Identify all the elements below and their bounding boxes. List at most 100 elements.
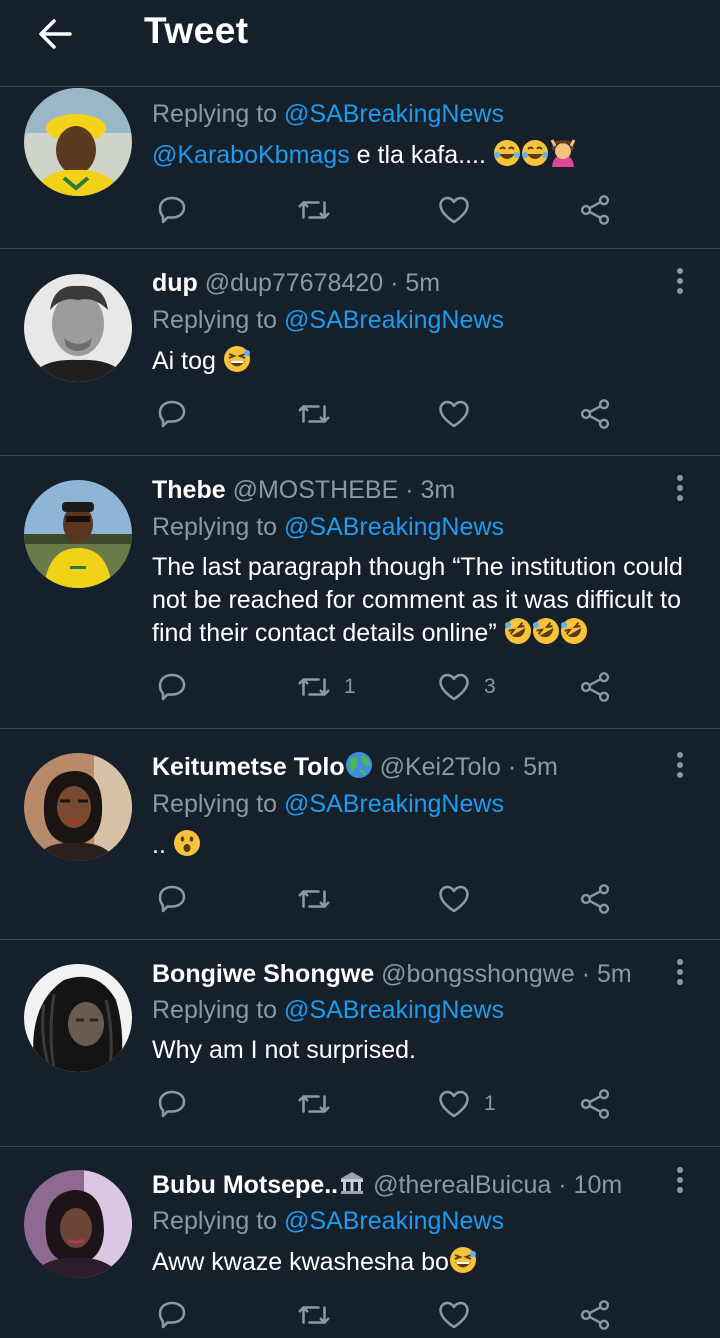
vertical-ellipsis-icon[interactable] — [670, 266, 690, 296]
tweet-text: The last paragraph though “The instituti… — [152, 551, 707, 654]
tweet-body: e tla kafa.... — [356, 141, 486, 169]
display-name[interactable]: dup — [152, 269, 198, 297]
vertical-ellipsis-icon[interactable] — [670, 750, 690, 780]
rolling-on-floor-laughing-emoji-icon — [532, 617, 560, 654]
like-button[interactable] — [436, 1297, 484, 1333]
retweet-count: 1 — [344, 675, 356, 698]
bank-emoji-icon — [338, 1169, 366, 1204]
replying-to-label: Replying to — [152, 100, 278, 128]
replying-to-line: Replying to @SABreakingNews — [152, 790, 504, 819]
replying-to-handle[interactable]: @SABreakingNews — [284, 996, 504, 1024]
vertical-ellipsis-icon[interactable] — [670, 957, 690, 987]
handle[interactable]: @therealBuicua — [373, 1171, 551, 1199]
reply-button[interactable] — [154, 669, 190, 705]
mention-link[interactable]: @KaraboKbmags — [152, 141, 350, 169]
reply-tweet[interactable]: dup @dup77678420 · 5m Replying to @SABre… — [0, 249, 720, 456]
share-button[interactable] — [577, 669, 613, 705]
timestamp[interactable]: · 10m — [558, 1171, 622, 1199]
display-name[interactable]: Bongiwe Shongwe — [152, 960, 374, 988]
share-button[interactable] — [577, 192, 613, 228]
reply-bubble-icon — [158, 400, 186, 428]
avatar[interactable] — [24, 753, 132, 861]
reply-button[interactable] — [154, 1297, 190, 1333]
replying-to-handle[interactable]: @SABreakingNews — [284, 100, 504, 128]
like-count: 1 — [484, 1092, 496, 1115]
avatar[interactable] — [24, 480, 132, 588]
reply-tweet[interactable]: Bongiwe Shongwe @bongsshongwe · 5m Reply… — [0, 940, 720, 1147]
avatar[interactable] — [24, 88, 132, 196]
replying-to-handle[interactable]: @SABreakingNews — [284, 513, 504, 541]
timestamp[interactable]: · 5m — [582, 960, 632, 988]
rolling-on-floor-laughing-emoji-icon — [504, 617, 532, 654]
heart-icon — [439, 1301, 469, 1329]
tweet-header: Bongiwe Shongwe @bongsshongwe · 5m — [152, 960, 632, 989]
avatar[interactable] — [24, 1170, 132, 1278]
retweet-button[interactable] — [296, 396, 344, 432]
replying-to-line: Replying to @SABreakingNews — [152, 100, 504, 129]
tweet-text: Why am I not surprised. — [152, 1036, 416, 1065]
retweet-icon — [298, 201, 330, 219]
avatar[interactable] — [24, 964, 132, 1072]
retweet-button[interactable] — [296, 881, 344, 917]
back-button[interactable] — [36, 14, 76, 54]
replying-to-handle[interactable]: @SABreakingNews — [284, 306, 504, 334]
heart-icon — [439, 885, 469, 913]
reply-tweet[interactable]: Keitumetse Tolo @Kei2Tolo · 5m Replying … — [0, 729, 720, 940]
reply-button[interactable] — [154, 881, 190, 917]
retweet-button[interactable] — [296, 1086, 344, 1122]
reply-tweet[interactable]: Thebe @MOSTHEBE · 3m Replying to @SABrea… — [0, 456, 720, 729]
tears-of-joy-emoji-icon — [521, 139, 549, 174]
tweet-body: The last paragraph though “The instituti… — [152, 553, 683, 647]
retweet-icon — [298, 405, 330, 423]
share-icon — [580, 884, 610, 914]
handle[interactable]: @bongsshongwe — [381, 960, 575, 988]
replying-to-label: Replying to — [152, 1207, 278, 1235]
share-button[interactable] — [577, 1086, 613, 1122]
share-button[interactable] — [577, 881, 613, 917]
reply-button[interactable] — [154, 1086, 190, 1122]
replying-to-handle[interactable]: @SABreakingNews — [284, 1207, 504, 1235]
share-button[interactable] — [577, 396, 613, 432]
timestamp[interactable]: · 5m — [508, 753, 558, 781]
handle[interactable]: @dup77678420 — [205, 269, 383, 297]
retweet-button[interactable] — [296, 1297, 344, 1333]
reply-bubble-icon — [158, 196, 186, 224]
display-name[interactable]: Thebe — [152, 476, 226, 504]
reply-button[interactable] — [154, 192, 190, 228]
replying-to-line: Replying to @SABreakingNews — [152, 513, 504, 542]
like-button[interactable] — [436, 192, 484, 228]
retweet-button[interactable]: 1 — [296, 669, 356, 705]
rolling-on-floor-laughing-emoji-icon — [560, 617, 588, 654]
replying-to-label: Replying to — [152, 306, 278, 334]
retweet-button[interactable] — [296, 192, 344, 228]
reply-tweet[interactable]: Replying to @SABreakingNews @KaraboKbmag… — [0, 60, 720, 249]
tweet-text: Ai tog — [152, 345, 251, 380]
reply-tweet[interactable]: Bubu Motsepe.. @therealBuicua · 10m Repl… — [0, 1147, 720, 1338]
heart-icon — [439, 196, 469, 224]
globe-emoji-icon — [345, 751, 373, 786]
tweet-header: Bubu Motsepe.. @therealBuicua · 10m — [152, 1169, 622, 1204]
display-name[interactable]: Keitumetse Tolo — [152, 753, 345, 781]
reply-button[interactable] — [154, 396, 190, 432]
display-name[interactable]: Bubu Motsepe.. — [152, 1171, 338, 1199]
vertical-ellipsis-icon[interactable] — [670, 473, 690, 503]
replying-to-handle[interactable]: @SABreakingNews — [284, 790, 504, 818]
handle[interactable]: @MOSTHEBE — [233, 476, 399, 504]
grinning-squinting-face-emoji-icon — [449, 1246, 477, 1281]
tweet-body: Aww kwaze kwashesha bo — [152, 1248, 449, 1276]
share-icon — [580, 1300, 610, 1330]
like-button[interactable]: 1 — [436, 1086, 496, 1122]
share-button[interactable] — [577, 1297, 613, 1333]
vertical-ellipsis-icon[interactable] — [670, 1165, 690, 1195]
handle[interactable]: @Kei2Tolo — [380, 753, 501, 781]
like-button[interactable] — [436, 881, 484, 917]
retweet-icon — [298, 1095, 330, 1113]
like-button[interactable] — [436, 396, 484, 432]
timestamp[interactable]: · 5m — [390, 269, 440, 297]
share-icon — [580, 672, 610, 702]
tweet-body: Why am I not surprised. — [152, 1036, 416, 1064]
like-button[interactable]: 3 — [436, 669, 496, 705]
avatar[interactable] — [24, 274, 132, 382]
tweet-header: Thebe @MOSTHEBE · 3m — [152, 476, 455, 505]
timestamp[interactable]: · 3m — [405, 476, 455, 504]
